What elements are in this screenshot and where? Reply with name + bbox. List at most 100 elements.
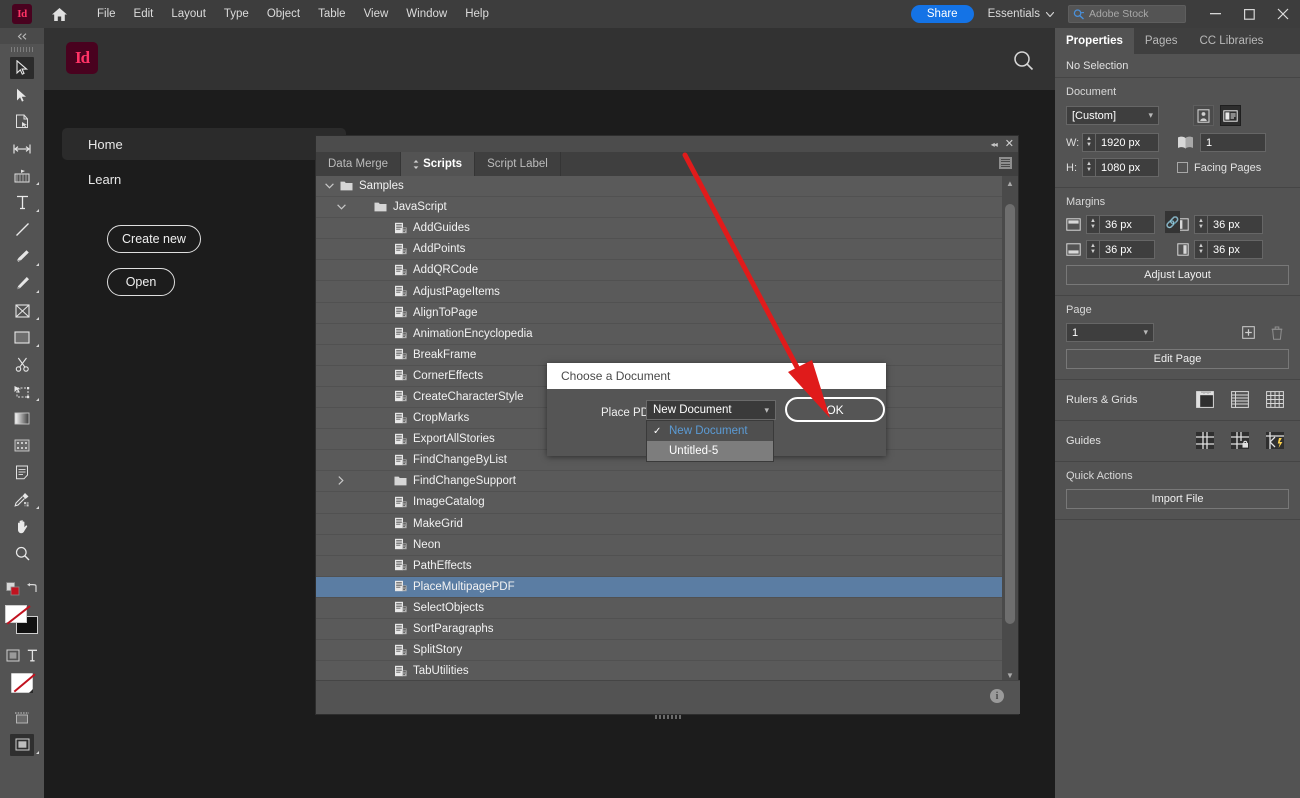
panel-menu-icon[interactable] [999, 157, 1012, 169]
width-stepper[interactable]: ▲ ▼ [1082, 133, 1095, 152]
open-button[interactable]: Open [107, 268, 175, 296]
adjust-layout-button[interactable]: Adjust Layout [1066, 265, 1289, 285]
page-select[interactable]: 1 ▾ [1066, 323, 1154, 342]
chevron-down-icon[interactable] [332, 202, 350, 212]
trash-icon[interactable] [1271, 326, 1283, 340]
margin-top-stepper[interactable]: ▲ ▼ [1086, 215, 1099, 234]
show-rulers-icon[interactable] [1196, 391, 1214, 408]
margin-left-stepper[interactable]: ▲ ▼ [1194, 215, 1207, 234]
scripts-list-scrollbar[interactable]: ▲ ▼ [1002, 176, 1018, 682]
panel-resize-grip[interactable] [655, 715, 681, 719]
sidebar-item-home[interactable]: Home [62, 128, 346, 160]
selection-tool[interactable] [0, 54, 44, 81]
fill-and-stroke-swatches[interactable] [0, 602, 44, 642]
toolbar-collapse-header[interactable] [0, 28, 44, 44]
home-icon[interactable] [46, 1, 72, 27]
script-row[interactable]: Samples [316, 176, 1004, 198]
place-pdf-in-dropdown-options[interactable]: ✓ New Document Untitled-5 [646, 420, 774, 462]
edit-page-button[interactable]: Edit Page [1066, 349, 1289, 369]
menu-item-edit[interactable]: Edit [125, 0, 163, 28]
menu-item-view[interactable]: View [355, 0, 398, 28]
hand-tool[interactable] [0, 513, 44, 540]
tab-script-label[interactable]: Script Label [475, 152, 561, 176]
import-file-button[interactable]: Import File [1066, 489, 1289, 509]
formatting-affects-toggle[interactable] [0, 642, 44, 669]
create-new-button[interactable]: Create new [107, 225, 201, 253]
page-tool[interactable] [0, 108, 44, 135]
fill-stroke-swap[interactable] [0, 575, 44, 602]
color-theme-tool[interactable] [0, 486, 44, 513]
info-icon[interactable]: i [990, 689, 1004, 703]
script-row-selected[interactable]: PlaceMultipagePDF [316, 576, 1004, 598]
script-row[interactable]: AddQRCode [316, 260, 1004, 282]
menu-item-window[interactable]: Window [397, 0, 456, 28]
tab-properties[interactable]: Properties [1055, 28, 1134, 54]
width-input[interactable]: 1920 px [1095, 133, 1159, 152]
script-row[interactable]: SplitStory [316, 640, 1004, 662]
rectangle-tool[interactable] [0, 324, 44, 351]
margin-right-stepper[interactable]: ▲ ▼ [1194, 240, 1207, 259]
add-page-icon[interactable] [1242, 326, 1255, 339]
type-tool[interactable] [0, 189, 44, 216]
gradient-swatch-tool[interactable] [0, 405, 44, 432]
direct-selection-tool[interactable] [0, 81, 44, 108]
script-row[interactable]: AnimationEncyclopedia [316, 324, 1004, 345]
script-row[interactable]: SelectObjects [316, 598, 1004, 619]
share-button[interactable]: Share [910, 5, 974, 23]
workspace-switcher[interactable]: Essentials [988, 8, 1054, 20]
place-pdf-in-select[interactable]: New Document ▾ [646, 400, 776, 420]
tab-scripts[interactable]: Scripts [401, 152, 476, 176]
baseline-grid-icon[interactable] [1231, 391, 1249, 408]
height-input[interactable]: 1080 px [1095, 158, 1159, 177]
scissors-tool[interactable] [0, 351, 44, 378]
smart-guides-icon[interactable] [1266, 432, 1284, 449]
script-row[interactable]: JavaScript [316, 197, 1004, 219]
script-row[interactable]: SortParagraphs [316, 619, 1004, 641]
dropdown-option-new-document[interactable]: ✓ New Document [647, 421, 773, 441]
menu-item-layout[interactable]: Layout [162, 0, 215, 28]
search-icon[interactable] [1009, 46, 1037, 74]
link-chain-icon[interactable]: 🔗 [1165, 211, 1180, 233]
document-preset-select[interactable]: [Custom] ▾ [1066, 106, 1159, 125]
landscape-orientation-icon[interactable] [1220, 105, 1241, 126]
script-row[interactable]: AddGuides [316, 218, 1004, 240]
tab-data-merge[interactable]: Data Merge [316, 152, 402, 176]
note-tool[interactable] [0, 459, 44, 486]
script-row[interactable]: Neon [316, 535, 1004, 556]
tab-cc-libraries[interactable]: CC Libraries [1189, 28, 1275, 54]
pen-tool[interactable] [0, 243, 44, 270]
margin-bottom-stepper[interactable]: ▲ ▼ [1086, 240, 1099, 259]
sidebar-item-learn[interactable]: Learn [62, 163, 346, 195]
portrait-orientation-icon[interactable] [1193, 105, 1214, 126]
zoom-tool[interactable] [0, 540, 44, 567]
facing-pages-checkbox[interactable] [1177, 162, 1188, 173]
maximize-button[interactable] [1232, 0, 1266, 28]
script-row[interactable]: ImageCatalog [316, 492, 1004, 514]
script-row[interactable]: MakeGrid [316, 514, 1004, 535]
script-row[interactable]: FindChangeSupport [316, 471, 1004, 493]
menu-item-object[interactable]: Object [258, 0, 309, 28]
lock-guides-icon[interactable] [1231, 432, 1249, 449]
menu-item-table[interactable]: Table [309, 0, 355, 28]
apply-none-button[interactable] [0, 669, 44, 696]
normal-view-mode-button[interactable] [0, 704, 44, 731]
chevron-up-icon[interactable]: ▲ [1002, 176, 1018, 190]
frame-tool[interactable] [0, 297, 44, 324]
height-stepper[interactable]: ▲ ▼ [1082, 158, 1095, 177]
script-row[interactable]: TabUtilities [316, 661, 1004, 682]
margin-bottom-input[interactable]: 36 px [1099, 240, 1155, 259]
ok-button[interactable]: OK [785, 397, 885, 422]
margin-left-input[interactable]: 36 px [1207, 215, 1263, 234]
show-guides-icon[interactable] [1196, 432, 1214, 449]
margin-right-input[interactable]: 36 px [1207, 240, 1263, 259]
gradient-feather-tool[interactable] [0, 432, 44, 459]
document-grid-icon[interactable] [1266, 391, 1284, 408]
script-row[interactable]: PathEffects [316, 556, 1004, 577]
minimize-button[interactable] [1198, 0, 1232, 28]
menu-item-type[interactable]: Type [215, 0, 258, 28]
toolbar-grip[interactable] [0, 44, 44, 54]
dropdown-option-untitled-5[interactable]: Untitled-5 [647, 441, 773, 461]
content-collector-tool[interactable] [0, 162, 44, 189]
tab-pages[interactable]: Pages [1134, 28, 1189, 54]
chevron-down-icon[interactable] [320, 181, 338, 191]
